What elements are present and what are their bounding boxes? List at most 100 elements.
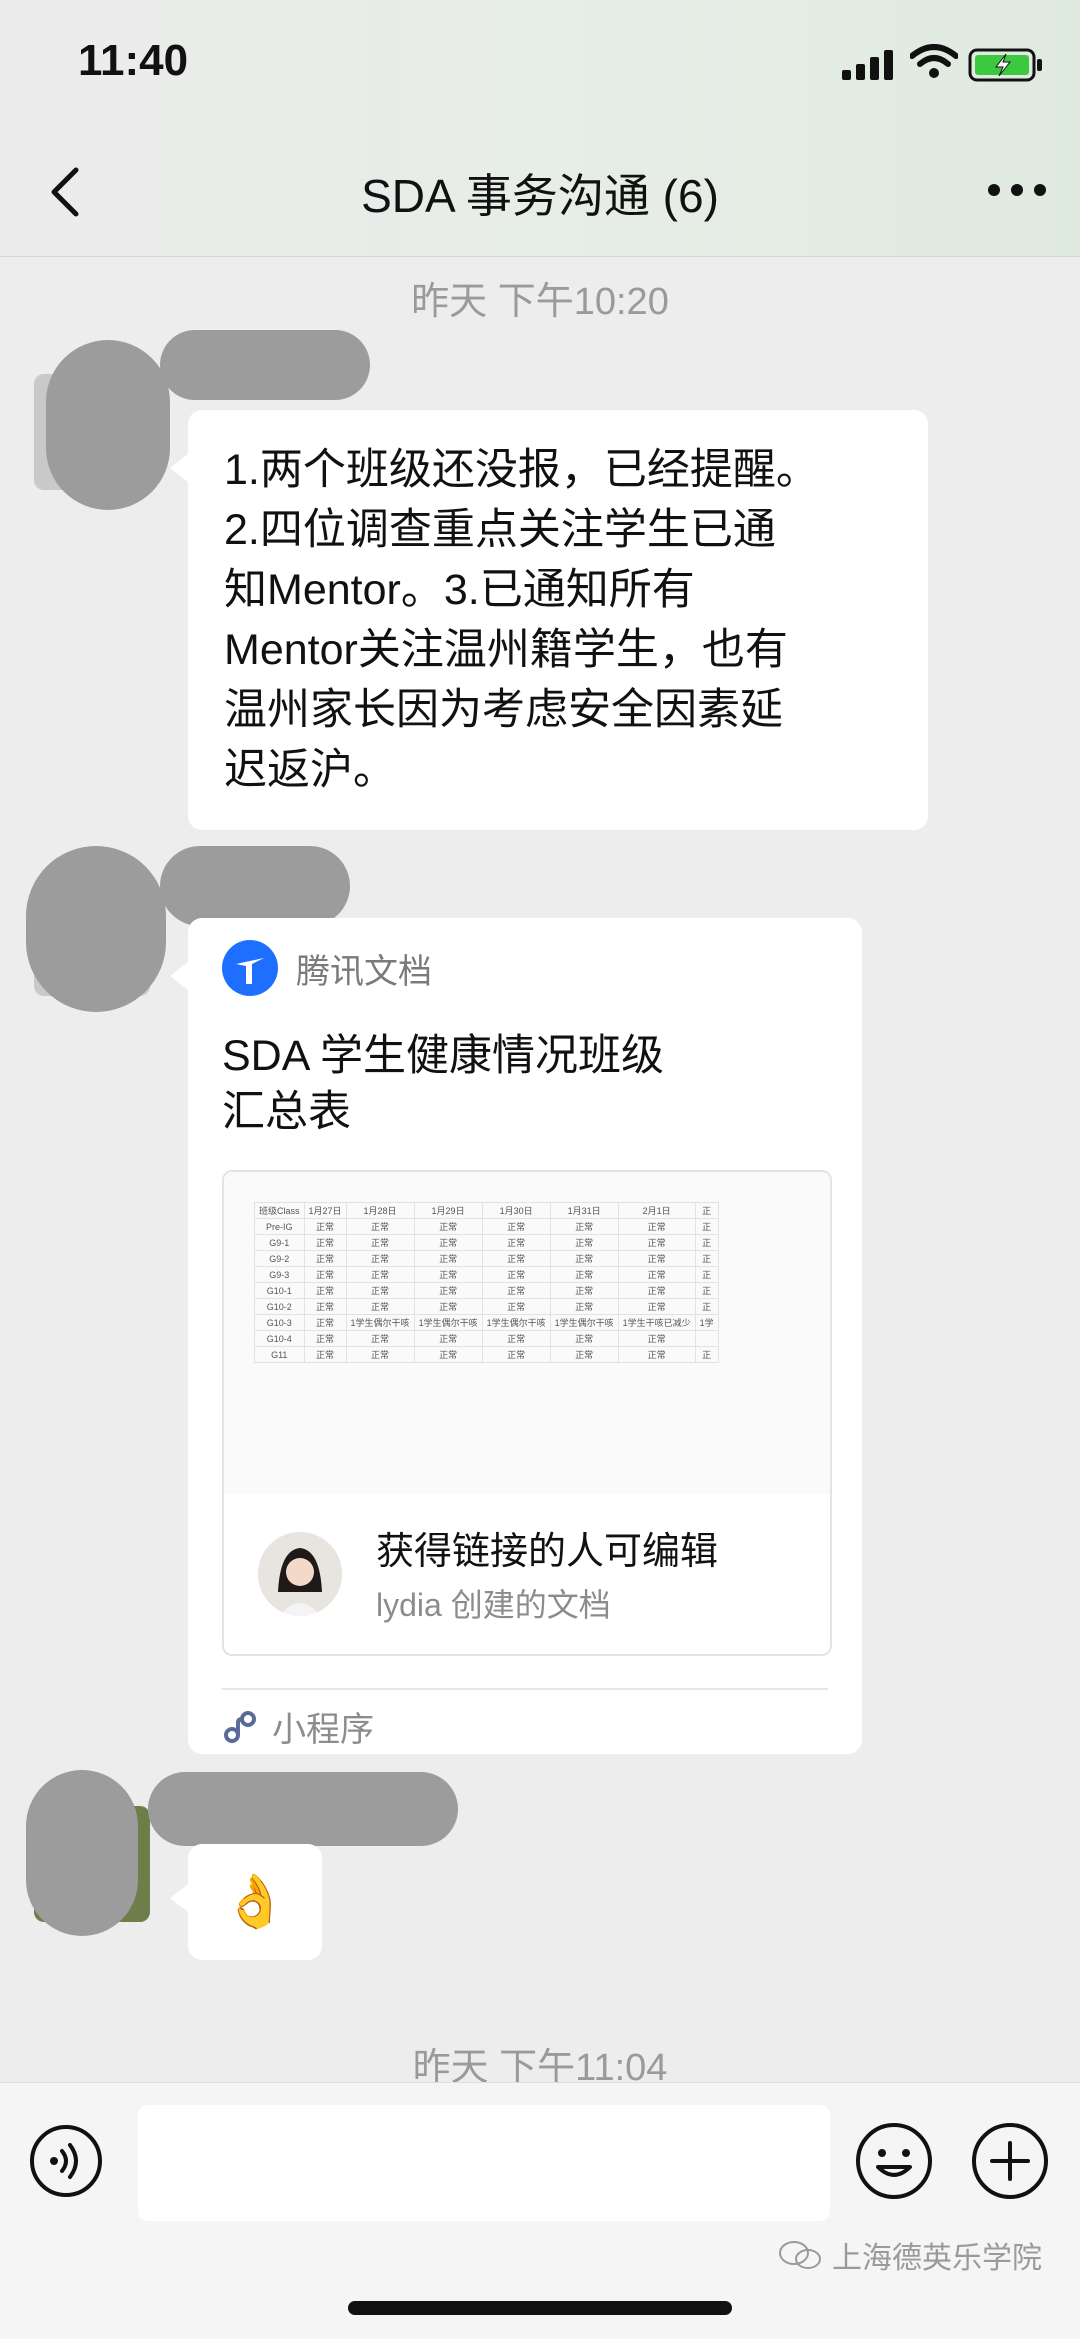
table-cell: 正常 xyxy=(303,1234,347,1251)
signal-icon xyxy=(842,50,893,80)
table-cell: 正常 xyxy=(481,1298,551,1315)
table-header-cell: 1月29日 xyxy=(413,1202,483,1219)
card-footer: 小程序 xyxy=(222,1702,374,1751)
table-row: Pre-IG 正常 正常 正常 正常 正常 正常正 xyxy=(254,1218,719,1235)
table-cell: 正常 xyxy=(549,1330,619,1347)
chat-timestamp: 昨天 下午10:20 xyxy=(411,281,669,323)
doc-share-card[interactable]: 腾讯文档 SDA 学生健康情况班级 汇总表 班级Class 1月27日 1月28… xyxy=(170,918,862,1754)
message-input-bar: 上海德英乐学院 xyxy=(0,2082,1080,2339)
table-cell: 1学生偶尔干咳 xyxy=(413,1314,483,1331)
table-cell xyxy=(694,1330,719,1347)
wechat-logo-icon xyxy=(779,2241,821,2269)
table-cell: 正常 xyxy=(413,1250,483,1267)
table-cell: 正常 xyxy=(303,1330,347,1347)
table-cell: 正常 xyxy=(345,1234,415,1251)
table-cell: 正常 xyxy=(303,1218,347,1235)
table-header-cell: 2月1日 xyxy=(617,1202,696,1219)
table-cell: 正常 xyxy=(481,1330,551,1347)
table-cell: 正常 xyxy=(481,1234,551,1251)
table-cell: 正 xyxy=(694,1282,719,1299)
doc-preview[interactable]: 班级Class 1月27日 1月28日 1月29日 1月30日 1月31日 2月… xyxy=(222,1170,832,1656)
table-row: G9-1 正常 正常 正常 正常 正常 正常正 xyxy=(254,1234,719,1251)
table-header-cell: 正 xyxy=(694,1202,719,1219)
message-input[interactable] xyxy=(138,2105,830,2221)
table-cell: 正常 xyxy=(617,1234,696,1251)
bubble-tail xyxy=(170,1884,188,1912)
table-row: G10-4 正常 正常 正常 正常 正常 正常 xyxy=(254,1330,719,1347)
bubble-tail xyxy=(170,962,188,990)
table-cell: G9-1 xyxy=(254,1234,305,1251)
table-cell: Pre-IG xyxy=(254,1218,305,1235)
table-cell: 正常 xyxy=(413,1346,483,1363)
add-attachment-icon[interactable] xyxy=(970,2121,1050,2201)
mini-program-icon xyxy=(224,1710,256,1743)
table-header-cell: 1月27日 xyxy=(303,1202,347,1219)
table-cell: 正常 xyxy=(617,1330,696,1347)
table-row: G9-2 正常 正常 正常 正常 正常 正常正 xyxy=(254,1250,719,1267)
watermark: 上海德英乐学院 xyxy=(778,2233,1042,2277)
spreadsheet-table: 班级Class 1月27日 1月28日 1月29日 1月30日 1月31日 2月… xyxy=(254,1202,719,1363)
more-options-icon[interactable] xyxy=(982,170,1052,210)
table-cell: 正常 xyxy=(413,1266,483,1283)
table-cell: 正常 xyxy=(481,1266,551,1283)
message-bubble[interactable]: 👌 xyxy=(170,1844,322,1960)
privacy-mask xyxy=(26,1770,138,1936)
voice-input-icon[interactable] xyxy=(28,2123,104,2199)
tencent-docs-icon xyxy=(222,940,278,996)
privacy-mask xyxy=(26,846,166,1012)
table-cell: 正常 xyxy=(617,1218,696,1235)
message-bubble[interactable]: 1.两个班级还没报，已经提醒。 2.四位调查重点关注学生已通 知Mentor。3… xyxy=(170,410,928,830)
creator-avatar xyxy=(258,1532,342,1616)
battery-icon xyxy=(968,48,1042,82)
chat-header: SDA 事务沟通 (6) xyxy=(0,130,1080,257)
table-cell: 1学生干咳已减少 xyxy=(617,1314,696,1331)
table-cell: 正常 xyxy=(617,1266,696,1283)
table-cell: 正常 xyxy=(617,1282,696,1299)
table-row: G10-3 正常 1学生偶尔干咳 1学生偶尔干咳 1学生偶尔干咳 1学生偶尔干咳 1学生干咳… xyxy=(254,1314,719,1331)
table-header-cell: 1月30日 xyxy=(481,1202,551,1219)
table-row: G10-2 正常 正常 正常 正常 正常 正常正 xyxy=(254,1298,719,1315)
table-header-row: 班级Class 1月27日 1月28日 1月29日 1月30日 1月31日 2月… xyxy=(254,1202,719,1219)
table-cell: 正常 xyxy=(345,1346,415,1363)
status-time: 11:40 xyxy=(78,36,189,85)
table-cell: 1学 xyxy=(694,1314,719,1331)
table-cell: 正常 xyxy=(303,1346,347,1363)
table-cell: 正常 xyxy=(549,1250,619,1267)
doc-title: SDA 学生健康情况班级 汇总表 xyxy=(222,1032,664,1136)
doc-creator: lydia 创建的文档 xyxy=(376,1587,611,1623)
card-source-label: 腾讯文档 xyxy=(296,952,432,991)
table-cell: G9-3 xyxy=(254,1266,305,1283)
table-cell: 正常 xyxy=(345,1266,415,1283)
table-cell: 正常 xyxy=(303,1298,347,1315)
sender-name-mask xyxy=(148,1772,458,1846)
ok-hand-emoji: 👌 xyxy=(222,1873,288,1931)
mini-program-label: 小程序 xyxy=(272,1711,374,1749)
table-cell: 正常 xyxy=(481,1250,551,1267)
table-header-cell: 班级Class xyxy=(254,1202,305,1219)
table-cell: 正常 xyxy=(549,1346,619,1363)
table-cell: 正常 xyxy=(413,1218,483,1235)
table-cell: G9-2 xyxy=(254,1250,305,1267)
privacy-mask xyxy=(46,340,170,510)
doc-permission: 获得链接的人可编辑 xyxy=(376,1531,719,1573)
card-source: 腾讯文档 xyxy=(222,940,432,996)
bubble-tail xyxy=(170,454,188,482)
card-divider xyxy=(222,1688,828,1690)
table-cell: 正常 xyxy=(345,1330,415,1347)
home-indicator[interactable] xyxy=(348,2301,732,2315)
table-cell: 正常 xyxy=(549,1266,619,1283)
table-cell: 正常 xyxy=(549,1298,619,1315)
table-cell: G10-4 xyxy=(254,1330,305,1347)
sender-name-mask xyxy=(160,330,370,400)
table-cell: 正常 xyxy=(413,1282,483,1299)
table-header-cell: 1月31日 xyxy=(549,1202,619,1219)
table-cell: 1学生偶尔干咳 xyxy=(481,1314,551,1331)
table-row: G11 正常 正常 正常 正常 正常 正常正 xyxy=(254,1346,719,1363)
emoji-icon[interactable] xyxy=(854,2121,934,2201)
table-cell: 正常 xyxy=(549,1282,619,1299)
table-cell: 正 xyxy=(694,1298,719,1315)
chat-title: SDA 事务沟通 (6) xyxy=(361,170,719,222)
table-cell: 正常 xyxy=(617,1250,696,1267)
sender-name-mask xyxy=(160,846,350,926)
table-cell: 正常 xyxy=(303,1282,347,1299)
